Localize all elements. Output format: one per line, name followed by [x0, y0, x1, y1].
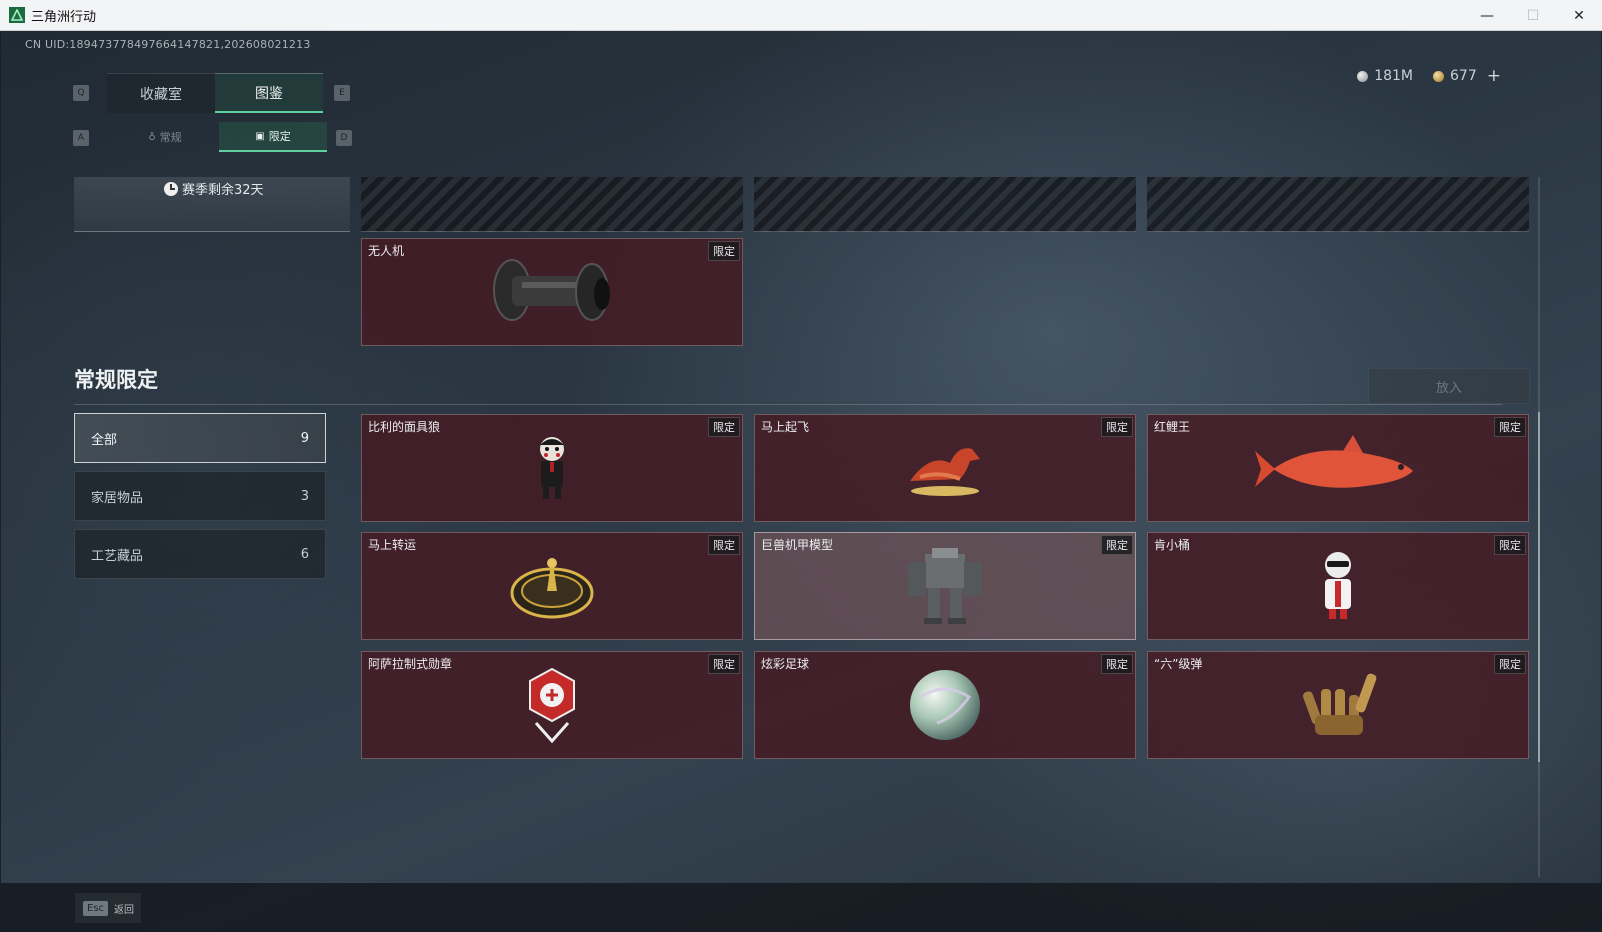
card-name: 比利的面具狼 — [368, 420, 441, 434]
currency-bar: 181M 677 + — [1357, 66, 1501, 86]
limited-badge: 限定 — [1494, 535, 1526, 555]
currency-silver-value: 181M — [1374, 68, 1414, 84]
clock-icon — [164, 181, 178, 196]
key-hint-e: E — [334, 85, 350, 101]
currency-gold: 677 + — [1433, 66, 1501, 86]
subtab-limited-label: 限定 — [268, 130, 291, 143]
add-currency-button[interactable]: + — [1487, 66, 1501, 86]
card-name: 巨兽机甲模型 — [761, 538, 834, 552]
limited-badge: 限定 — [708, 654, 740, 674]
category-count: 9 — [300, 430, 309, 446]
card-name: 马上起飞 — [761, 420, 810, 434]
tab-collection-room[interactable]: 收藏室 — [107, 73, 215, 113]
card-name: 阿萨拉制式勋章 — [368, 657, 453, 671]
limited-badge: 限定 — [1494, 417, 1526, 437]
category-label: 家居物品 — [91, 490, 144, 506]
category-label: 工艺藏品 — [91, 548, 144, 564]
put-in-button[interactable]: 放入 — [1368, 368, 1530, 404]
subtab-limited[interactable]: ▣ 限定 — [219, 122, 327, 152]
limited-badge: 限定 — [708, 241, 740, 261]
category-all[interactable]: 全部 9 — [74, 413, 326, 463]
collection-card[interactable]: 炫彩足球 限定 — [754, 651, 1136, 759]
category-count: 6 — [300, 546, 309, 562]
limited-badge: 限定 — [1101, 417, 1133, 437]
medal-icon — [522, 665, 582, 749]
image-icon: ▣ — [255, 130, 265, 142]
figure-icon — [1313, 549, 1363, 627]
limited-badge: 限定 — [708, 417, 740, 437]
uid-label: CN UID:1894737784976641478​21,2026080212… — [25, 38, 311, 51]
drone-icon — [482, 252, 622, 336]
silver-coin-icon — [1357, 70, 1369, 82]
card-name: 马上转运 — [368, 538, 417, 552]
locked-slot — [361, 177, 743, 232]
bottom-bar: Esc 返回 — [1, 883, 1601, 931]
section-divider — [74, 404, 1502, 405]
card-name: 无人机 — [368, 244, 405, 258]
collection-card[interactable]: 马上转运 限定 — [361, 532, 743, 640]
limited-badge: 限定 — [708, 535, 740, 555]
locked-slot — [754, 177, 1136, 232]
collection-card-selected[interactable]: 巨兽机甲模型 限定 — [754, 532, 1136, 640]
collection-card-drone[interactable]: 无人机 限定 — [361, 238, 743, 346]
limited-badge: 限定 — [1101, 535, 1133, 555]
key-hint-d: D — [336, 130, 352, 146]
card-name: 肯小桶 — [1154, 538, 1191, 552]
app-logo-icon — [9, 7, 25, 23]
scrollbar-thumb[interactable] — [1538, 412, 1540, 762]
card-name: “六”级弹 — [1154, 657, 1203, 671]
category-label: 全部 — [91, 432, 118, 448]
collection-card[interactable]: 红鲤王 限定 — [1147, 414, 1529, 522]
koi-fish-icon — [1253, 433, 1423, 507]
subtab-regular-label: 常规 — [159, 131, 182, 144]
locked-slot — [1147, 177, 1529, 232]
horse-icon — [900, 433, 990, 507]
collection-card[interactable]: 马上起飞 限定 — [754, 414, 1136, 522]
season-countdown-panel: 赛季剩余32天 — [74, 177, 350, 232]
collection-card[interactable]: 肯小桶 限定 — [1147, 532, 1529, 640]
gold-coin-icon — [1433, 70, 1445, 82]
category-count: 3 — [300, 488, 309, 504]
esc-key-hint: Esc — [83, 900, 109, 916]
sub-tabs: ♁ 常规 ▣ 限定 — [111, 122, 327, 152]
maximize-button[interactable]: ☐ — [1510, 0, 1556, 31]
minimize-button[interactable]: — — [1464, 0, 1510, 31]
collection-card[interactable]: 比利的面具狼 限定 — [361, 414, 743, 522]
puppet-icon — [527, 433, 577, 507]
section-title: 常规限定 — [74, 368, 158, 392]
flask-icon: ♁ — [148, 131, 156, 143]
scrollbar[interactable] — [1538, 177, 1540, 877]
category-craft-items[interactable]: 工艺藏品 6 — [74, 529, 326, 579]
compass-icon — [507, 551, 597, 625]
tab-catalog[interactable]: 图鉴 — [215, 73, 323, 113]
season-countdown: 赛季剩余32天 — [164, 179, 264, 198]
main-tabs: 收藏室 图鉴 — [107, 73, 323, 113]
hand-icon — [1293, 667, 1383, 747]
card-name: 红鲤王 — [1154, 420, 1191, 434]
currency-silver: 181M — [1357, 68, 1413, 84]
category-home-items[interactable]: 家居物品 3 — [74, 471, 326, 521]
ball-icon — [907, 667, 983, 747]
window-title: 三角洲行动 — [31, 9, 97, 25]
back-button[interactable]: Esc 返回 — [75, 893, 141, 923]
limited-badge: 限定 — [1494, 654, 1526, 674]
mech-icon — [900, 544, 990, 632]
key-hint-q: Q — [73, 85, 89, 101]
card-name: 炫彩足球 — [761, 657, 810, 671]
key-hint-a: A — [73, 130, 89, 146]
back-label: 返回 — [114, 904, 135, 916]
currency-gold-value: 677 — [1450, 68, 1477, 84]
close-button[interactable]: ✕ — [1556, 0, 1602, 31]
season-countdown-label: 赛季剩余32天 — [182, 183, 264, 198]
window-titlebar: 三角洲行动 — ☐ ✕ — [0, 0, 1602, 31]
subtab-regular[interactable]: ♁ 常规 — [111, 122, 219, 152]
collection-card[interactable]: “六”级弹 限定 — [1147, 651, 1529, 759]
collection-card[interactable]: 阿萨拉制式勋章 限定 — [361, 651, 743, 759]
game-viewport: CN UID:1894737784976641478​21,2026080212… — [1, 31, 1601, 931]
limited-badge: 限定 — [1101, 654, 1133, 674]
